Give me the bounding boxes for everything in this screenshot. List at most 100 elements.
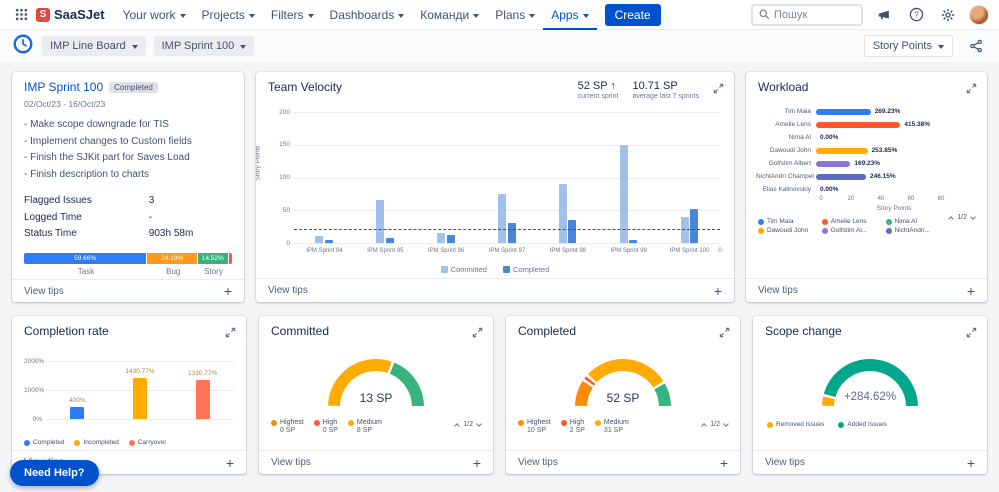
search-icon	[759, 9, 770, 20]
legend-dot	[313, 419, 320, 426]
velocity-legend: Committed Completed	[256, 265, 734, 274]
velocity-bar-committed	[437, 233, 446, 243]
issue-type-label: Task	[77, 266, 95, 276]
legend-label: Carryover	[137, 439, 167, 446]
x-tick-label: 20	[847, 196, 855, 202]
legend-item: NichtAndri...	[885, 227, 946, 234]
chevron-down-icon[interactable]	[970, 213, 976, 220]
chevron-down-icon	[398, 13, 405, 18]
app-switcher-icon[interactable]	[10, 4, 32, 26]
nav-projects[interactable]: Projects	[194, 0, 263, 30]
legend-dot	[560, 419, 567, 426]
add-icon[interactable]: +	[226, 456, 234, 470]
view-tips-link[interactable]: View tips	[518, 457, 558, 468]
app-logo[interactable]: S SaaSJet	[36, 7, 105, 22]
nav-filters[interactable]: Filters	[263, 0, 322, 30]
assignee-name: Nima Al	[788, 134, 811, 141]
gridline	[294, 144, 720, 146]
nav-label: Filters	[270, 7, 304, 22]
view-tips-link[interactable]: View tips	[268, 285, 308, 296]
legend-dot	[821, 218, 828, 225]
sprint-goal: - Make scope downgrade for TIS	[24, 119, 169, 130]
nav-teams[interactable]: Команди	[412, 0, 487, 30]
workload-value: 253.85%	[871, 147, 898, 154]
view-tips-link[interactable]: View tips	[765, 457, 805, 468]
stat-row: Flagged Issues 3	[24, 193, 232, 210]
x-axis-title: Story Points	[876, 205, 912, 212]
view-tips-link[interactable]: View tips	[758, 285, 798, 296]
unit-select[interactable]: Story Points	[863, 35, 953, 57]
expand-icon[interactable]	[966, 325, 977, 343]
gridline	[294, 210, 720, 212]
expand-icon[interactable]	[225, 325, 236, 343]
add-icon[interactable]: +	[224, 284, 232, 298]
card-footer: View tips +	[256, 278, 734, 302]
view-tips-link[interactable]: View tips	[271, 457, 311, 468]
add-icon[interactable]: +	[967, 284, 975, 298]
share-icon[interactable]	[965, 35, 987, 57]
velocity-bar-completed	[507, 223, 516, 243]
nav-apps[interactable]: Apps	[543, 0, 596, 30]
workload-track: 0.00%	[816, 183, 977, 196]
workload-value: 0.00%	[820, 134, 839, 141]
top-navbar: S SaaSJet Your work Projects Filters Das…	[0, 0, 999, 30]
legend-label: Highest	[280, 419, 304, 426]
search-input[interactable]	[774, 8, 854, 21]
nav-dashboards[interactable]: Dashboards	[322, 0, 413, 30]
need-help-button[interactable]: Need Help?	[10, 460, 99, 486]
assignee-name: Tim Maia	[784, 108, 811, 115]
gridline	[46, 361, 234, 362]
y-tick-label: 2000%	[24, 357, 45, 365]
y-tick-label: 1000%	[24, 386, 45, 394]
workload-rows: Tim Maia 269.23% Amelie Lens 415.38% Nima Al…	[756, 105, 977, 196]
gauge-value: +284.62%	[843, 391, 897, 403]
create-button[interactable]: Create	[604, 3, 661, 26]
add-icon[interactable]: +	[967, 456, 975, 470]
chevron-up-icon[interactable]	[454, 422, 461, 429]
workload-chart-area: Tim Maia 269.23% Amelie Lens 415.38% Nima Al…	[746, 103, 987, 278]
pager-label: 1/2	[710, 421, 720, 428]
nav-your-work[interactable]: Your work	[115, 0, 194, 30]
committed-gauge	[328, 359, 424, 408]
card-footer: View tips +	[12, 278, 244, 303]
workload-value: 0.00%	[820, 186, 839, 193]
x-tick-label: 40	[877, 196, 885, 202]
user-avatar[interactable]	[969, 4, 989, 25]
x-tick-label: 80	[937, 196, 945, 202]
add-icon[interactable]: +	[720, 456, 728, 470]
chevron-up-icon[interactable]	[701, 422, 708, 429]
chevron-down-icon[interactable]	[723, 420, 729, 427]
search-box[interactable]	[751, 3, 863, 26]
board-select[interactable]: IMP Line Board	[42, 36, 146, 56]
add-icon[interactable]: +	[714, 284, 722, 298]
legend-label: Added Issues	[847, 421, 887, 428]
help-icon[interactable]: ?	[905, 4, 927, 26]
chevron-up-icon[interactable]	[948, 215, 955, 222]
distribution-segment: 24.19%	[147, 252, 197, 264]
assignee-name: Amelie Lens	[775, 121, 811, 128]
nav-plans[interactable]: Plans	[487, 0, 543, 30]
sprint-title[interactable]: IMP Sprint 100	[24, 80, 103, 94]
legend-dot	[885, 227, 892, 234]
settings-gear-icon[interactable]	[937, 4, 959, 26]
expand-icon[interactable]	[472, 325, 483, 343]
legend-label: NichtAndri...	[894, 227, 930, 234]
expand-icon[interactable]	[713, 81, 724, 99]
workload-value: 169.23%	[854, 160, 881, 167]
expand-icon[interactable]	[719, 325, 730, 343]
workload-row: Elias Kalinovskiy 0.00%	[756, 183, 977, 196]
sprint-select[interactable]: IMP Sprint 100	[153, 36, 255, 56]
legend-label: Nima Al	[894, 218, 917, 225]
chevron-down-icon[interactable]	[476, 420, 482, 427]
legend-swatch	[440, 266, 448, 273]
stat-label: Status Time	[24, 228, 77, 239]
announcements-icon[interactable]	[873, 4, 895, 26]
gauge-value: 13 SP	[359, 391, 393, 405]
unit-select-value: Story Points	[872, 40, 932, 52]
view-tips-link[interactable]: View tips	[24, 286, 64, 297]
expand-icon[interactable]	[966, 81, 977, 99]
chevron-down-icon	[179, 13, 186, 18]
gridline	[294, 177, 720, 179]
stat-label: Logged Time	[24, 211, 82, 223]
add-icon[interactable]: +	[473, 456, 481, 470]
